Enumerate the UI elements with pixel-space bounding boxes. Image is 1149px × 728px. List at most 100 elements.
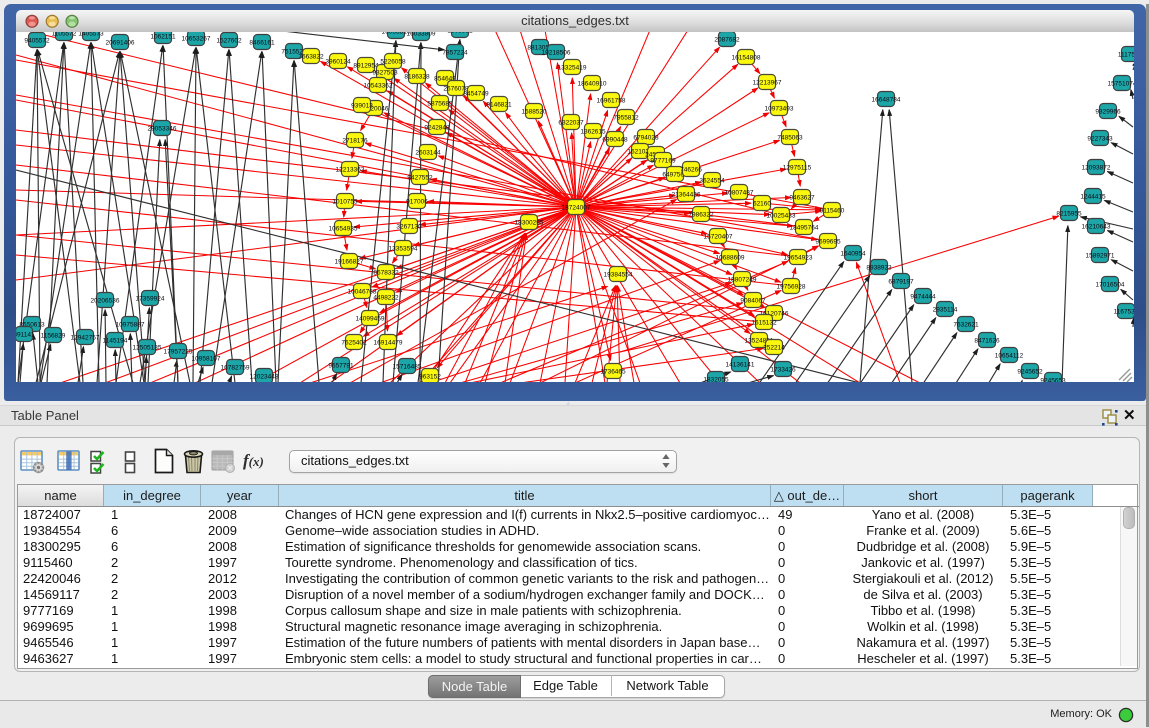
svg-text:14136141: 14136141 [726, 362, 755, 369]
svg-text:15716485: 15716485 [393, 364, 422, 371]
svg-text:2935114: 2935114 [933, 307, 958, 314]
svg-text:18495764: 18495764 [790, 225, 819, 232]
svg-text:9427552: 9427552 [407, 175, 433, 182]
svg-text:10688609: 10688609 [716, 255, 745, 262]
svg-text:20691406: 20691406 [106, 40, 135, 47]
svg-text:8678332: 8678332 [373, 270, 399, 277]
svg-text:19166827: 19166827 [335, 259, 364, 266]
svg-text:10654112: 10654112 [995, 353, 1024, 360]
svg-text:9242848: 9242848 [424, 125, 450, 132]
svg-text:17016504: 17016504 [1096, 282, 1125, 289]
svg-text:1736465: 1736465 [600, 369, 626, 376]
svg-text:1062151: 1062151 [150, 34, 176, 41]
svg-text:939013: 939013 [351, 103, 373, 110]
svg-text:1527602: 1527602 [216, 38, 242, 45]
svg-text:14099459: 14099459 [356, 316, 385, 323]
svg-text:8938923: 8938923 [866, 265, 892, 272]
svg-text:12093872: 12093872 [1082, 165, 1111, 172]
svg-text:17957225: 17957225 [164, 349, 193, 356]
svg-text:1105572: 1105572 [52, 32, 77, 38]
svg-text:2603144: 2603144 [415, 150, 441, 157]
svg-text:1145194: 1145194 [103, 338, 128, 345]
svg-text:10973493: 10973493 [765, 106, 794, 113]
svg-text:7485063: 7485063 [777, 135, 803, 142]
svg-text:9463627: 9463627 [789, 195, 815, 202]
svg-text:16961758: 16961758 [597, 98, 626, 105]
svg-text:5875685: 5875685 [427, 101, 453, 108]
svg-text:9405572: 9405572 [24, 38, 50, 45]
svg-text:8471626: 8471626 [974, 338, 1000, 345]
svg-text:12213363: 12213363 [336, 167, 365, 174]
svg-text:16782759: 16782759 [221, 365, 250, 372]
svg-text:2718176: 2718176 [342, 138, 368, 145]
svg-text:15751074: 15751074 [1108, 81, 1134, 88]
svg-text:6879197: 6879197 [888, 279, 914, 286]
svg-text:12213967: 12213967 [753, 80, 782, 87]
svg-text:12942757: 12942757 [71, 335, 100, 342]
svg-text:1615132: 1615132 [751, 320, 777, 327]
svg-text:20206536: 20206536 [91, 298, 120, 305]
svg-text:252214: 252214 [763, 345, 785, 352]
svg-text:917006: 917006 [406, 199, 428, 206]
svg-text:1733426: 1733426 [770, 367, 796, 374]
svg-text:1010755: 1010755 [332, 199, 358, 206]
svg-text:7986322: 7986322 [688, 212, 714, 219]
svg-text:9227343: 9227343 [1087, 136, 1113, 143]
svg-text:10654935: 10654935 [329, 226, 358, 233]
svg-text:9329966: 9329966 [1095, 109, 1121, 116]
svg-text:9245652: 9245652 [1017, 369, 1043, 376]
svg-text:12975115: 12975115 [783, 165, 812, 172]
svg-text:7663822: 7663822 [298, 54, 324, 61]
svg-text:9115460: 9115460 [820, 208, 845, 215]
svg-text:4498222: 4498222 [373, 295, 399, 302]
svg-text:10975887: 10975887 [116, 322, 145, 329]
svg-text:8466161: 8466161 [249, 40, 275, 47]
svg-text:1588520: 1588520 [521, 109, 547, 116]
svg-text:8912954: 8912954 [353, 63, 379, 70]
svg-text:7955812: 7955812 [613, 115, 639, 122]
svg-text:12023448: 12023448 [250, 374, 279, 381]
svg-text:1405573: 1405573 [78, 32, 104, 38]
svg-text:1832055: 1832055 [703, 377, 729, 383]
svg-text:6990448: 6990448 [602, 137, 628, 144]
svg-text:5226058: 5226058 [380, 59, 406, 66]
svg-text:10958107: 10958107 [192, 356, 221, 363]
svg-text:16154808: 16154808 [732, 55, 761, 62]
svg-text:1156829: 1156829 [41, 333, 66, 340]
svg-text:62160: 62160 [753, 201, 771, 208]
svg-text:9657791: 9657791 [328, 363, 354, 370]
svg-text:17359924: 17359924 [136, 296, 165, 303]
svg-text:1117533: 1117533 [1118, 52, 1134, 59]
svg-text:7632621: 7632621 [953, 322, 979, 329]
svg-text:963152: 963152 [419, 374, 441, 381]
svg-text:12505135: 12505135 [133, 345, 162, 352]
svg-text:13353594: 13353594 [389, 246, 418, 253]
svg-text:10025433: 10025433 [767, 213, 796, 220]
svg-text:8215955: 8215955 [1056, 211, 1082, 218]
svg-text:19384554: 19384554 [604, 272, 633, 279]
svg-text:16648784: 16648784 [872, 97, 901, 104]
svg-text:1244415: 1244415 [1080, 194, 1106, 201]
svg-text:15720407: 15720407 [704, 234, 733, 241]
svg-text:16914479: 16914479 [374, 340, 403, 347]
svg-text:2087682: 2087682 [714, 37, 740, 44]
svg-text:746266: 746266 [680, 167, 702, 174]
svg-text:1167533: 1167533 [1114, 309, 1134, 316]
svg-text:19218506: 19218506 [542, 50, 571, 57]
svg-text:3960124: 3960124 [325, 59, 351, 66]
svg-text:6322037: 6322037 [558, 120, 584, 127]
svg-text:7625402: 7625402 [341, 340, 367, 347]
svg-text:9084067: 9084067 [740, 298, 766, 305]
svg-text:21364436: 21364436 [672, 192, 701, 199]
svg-text:18640910: 18640910 [578, 81, 607, 88]
svg-text:18724007: 18724007 [562, 205, 591, 212]
svg-text:3624554: 3624554 [699, 178, 725, 185]
svg-text:18300295: 18300295 [515, 220, 544, 227]
svg-text:3267130: 3267130 [396, 224, 422, 231]
svg-text:9474444: 9474444 [910, 294, 936, 301]
svg-text:16210643: 16210643 [1082, 224, 1111, 231]
svg-text:391141: 391141 [16, 332, 35, 339]
svg-text:8454749: 8454749 [463, 91, 489, 98]
svg-text:1603381: 1603381 [447, 32, 473, 35]
svg-text:9245653: 9245653 [1040, 378, 1066, 383]
